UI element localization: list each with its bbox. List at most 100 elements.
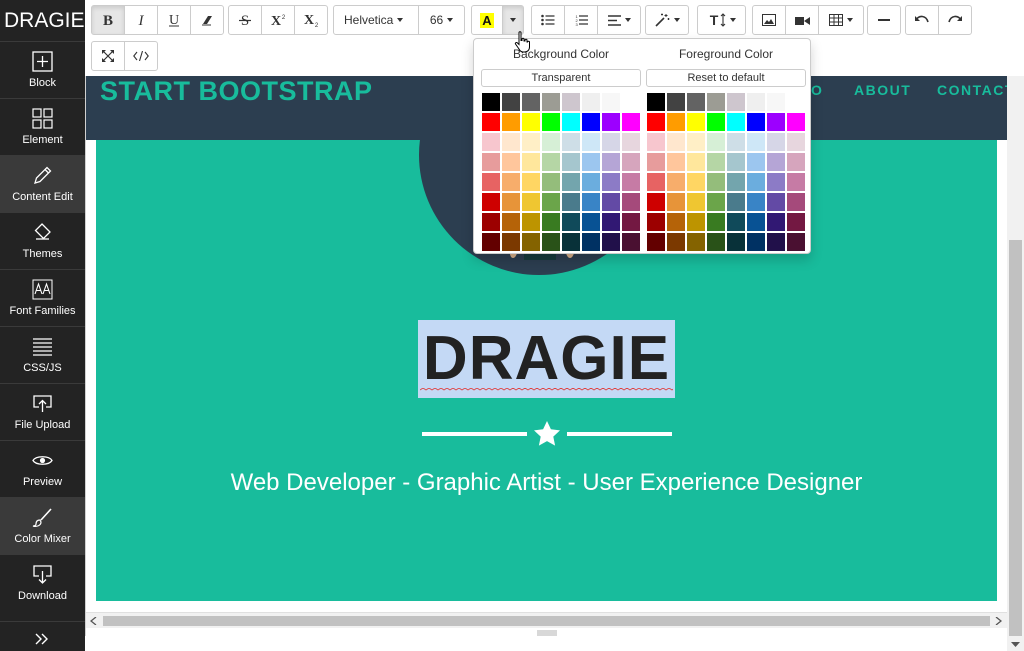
color-swatch[interactable] (746, 212, 766, 232)
color-swatch[interactable] (646, 172, 666, 192)
color-swatch[interactable] (521, 132, 541, 152)
color-swatch[interactable] (621, 212, 641, 232)
color-swatch[interactable] (481, 152, 501, 172)
underline-button[interactable]: U (157, 5, 191, 35)
color-swatch[interactable] (666, 212, 686, 232)
color-swatch[interactable] (541, 192, 561, 212)
sidebar-item-themes[interactable]: Themes (0, 213, 85, 270)
color-swatch[interactable] (581, 172, 601, 192)
color-swatch[interactable] (686, 212, 706, 232)
color-swatch[interactable] (521, 152, 541, 172)
selected-heading[interactable]: DRAGIE (418, 320, 675, 398)
color-swatch[interactable] (726, 152, 746, 172)
bold-button[interactable]: B (91, 5, 125, 35)
color-swatch[interactable] (541, 212, 561, 232)
color-swatch[interactable] (646, 132, 666, 152)
color-swatch[interactable] (581, 132, 601, 152)
color-swatch[interactable] (561, 172, 581, 192)
redo-button[interactable] (938, 5, 972, 35)
color-swatch[interactable] (746, 92, 766, 112)
nav-link-portfolio[interactable]: O (811, 82, 823, 98)
sidebar-item-download[interactable]: Download (0, 555, 85, 622)
color-swatch[interactable] (481, 92, 501, 112)
sidebar-item-css-js[interactable]: CSS/JS (0, 327, 85, 384)
vertical-scroll-thumb[interactable] (1009, 240, 1022, 636)
color-swatch[interactable] (581, 112, 601, 132)
color-swatch[interactable] (686, 132, 706, 152)
color-swatch[interactable] (666, 232, 686, 252)
sidebar-expand-button[interactable] (0, 622, 85, 651)
horizontal-rule-button[interactable] (867, 5, 901, 35)
page-tagline[interactable]: Web Developer - Graphic Artist - User Ex… (96, 469, 997, 497)
nav-link-contact[interactable]: CONTACT (937, 82, 1007, 98)
font-family-select[interactable]: Helvetica (333, 5, 419, 35)
sidebar-item-preview[interactable]: Preview (0, 441, 85, 498)
color-swatch[interactable] (601, 92, 621, 112)
color-swatch[interactable] (581, 152, 601, 172)
sidebar-item-file-upload[interactable]: File Upload (0, 384, 85, 441)
subscript-button[interactable]: X2 (294, 5, 328, 35)
ordered-list-button[interactable]: 123 (564, 5, 598, 35)
color-swatch[interactable] (541, 152, 561, 172)
color-swatch[interactable] (521, 212, 541, 232)
unordered-list-button[interactable] (531, 5, 565, 35)
color-swatch[interactable] (686, 192, 706, 212)
color-swatch[interactable] (521, 92, 541, 112)
navbar-brand[interactable]: START BOOTSTRAP (100, 76, 373, 107)
color-swatch[interactable] (726, 172, 746, 192)
color-swatch[interactable] (541, 232, 561, 252)
color-swatch[interactable] (561, 112, 581, 132)
color-swatch[interactable] (766, 132, 786, 152)
clear-format-button[interactable] (190, 5, 224, 35)
color-swatch[interactable] (766, 172, 786, 192)
color-swatch[interactable] (601, 232, 621, 252)
color-swatch[interactable] (706, 192, 726, 212)
color-swatch[interactable] (766, 112, 786, 132)
color-swatch[interactable] (666, 112, 686, 132)
color-swatch[interactable] (561, 192, 581, 212)
color-swatch[interactable] (601, 112, 621, 132)
color-swatch[interactable] (561, 212, 581, 232)
color-swatch[interactable] (686, 112, 706, 132)
color-swatch[interactable] (621, 172, 641, 192)
color-swatch[interactable] (786, 232, 806, 252)
insert-picture-button[interactable] (752, 5, 786, 35)
color-swatch[interactable] (786, 172, 806, 192)
undo-button[interactable] (905, 5, 939, 35)
color-swatch[interactable] (686, 232, 706, 252)
color-swatch[interactable] (481, 112, 501, 132)
color-swatch[interactable] (646, 192, 666, 212)
italic-button[interactable]: I (124, 5, 158, 35)
color-swatch[interactable] (581, 192, 601, 212)
color-swatch[interactable] (726, 232, 746, 252)
color-swatch[interactable] (581, 92, 601, 112)
color-swatch[interactable] (746, 192, 766, 212)
horizontal-scrollbar[interactable] (86, 612, 1007, 628)
color-swatch[interactable] (786, 112, 806, 132)
color-swatch[interactable] (706, 212, 726, 232)
sidebar-item-element[interactable]: Element (0, 99, 85, 156)
color-swatch[interactable] (541, 112, 561, 132)
color-swatch[interactable] (646, 112, 666, 132)
sidebar-item-color-mixer[interactable]: Color Mixer (0, 498, 85, 555)
code-view-button[interactable] (124, 41, 158, 71)
color-swatch[interactable] (706, 132, 726, 152)
horizontal-scroll-thumb[interactable] (103, 616, 990, 626)
color-swatch[interactable] (541, 92, 561, 112)
color-swatch[interactable] (666, 152, 686, 172)
color-swatch[interactable] (646, 152, 666, 172)
color-swatch[interactable] (621, 152, 641, 172)
color-swatch[interactable] (601, 212, 621, 232)
color-swatch[interactable] (686, 92, 706, 112)
recent-color-button[interactable]: A (471, 5, 503, 35)
color-swatch[interactable] (501, 112, 521, 132)
color-swatch[interactable] (561, 92, 581, 112)
color-swatch[interactable] (481, 132, 501, 152)
color-swatch[interactable] (501, 152, 521, 172)
fullscreen-button[interactable] (91, 41, 125, 71)
color-swatch[interactable] (786, 132, 806, 152)
color-swatch[interactable] (481, 212, 501, 232)
color-swatch[interactable] (541, 172, 561, 192)
color-swatch[interactable] (766, 152, 786, 172)
color-swatch[interactable] (561, 132, 581, 152)
